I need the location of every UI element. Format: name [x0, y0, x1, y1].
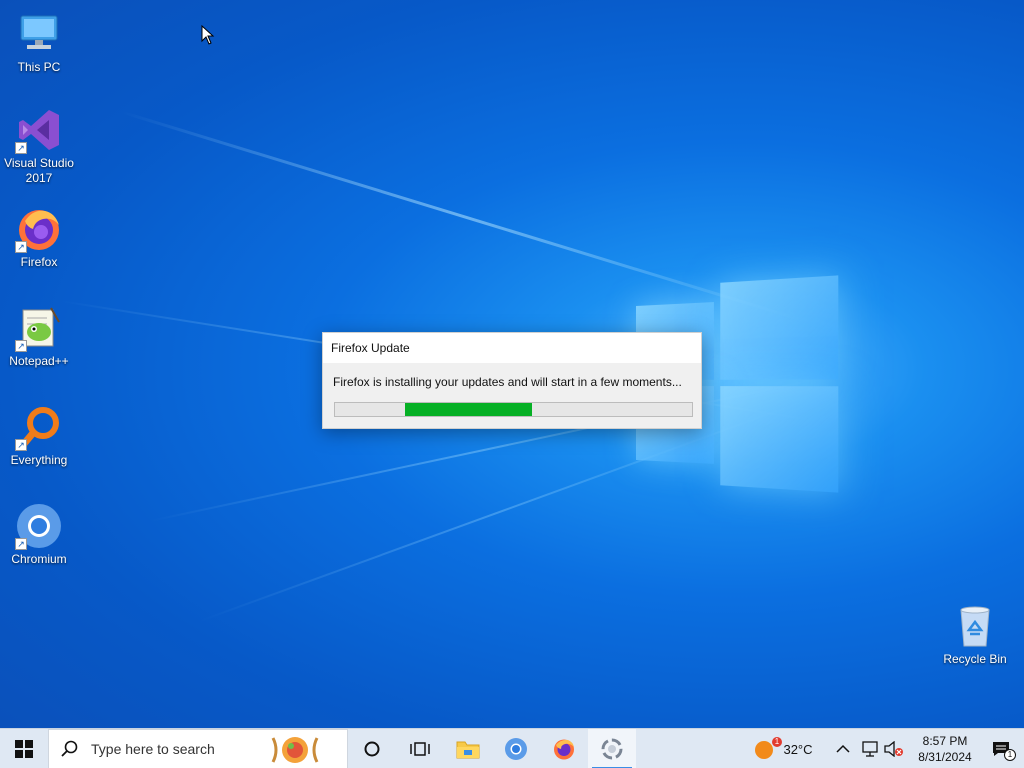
- everything-search-icon: ↗: [15, 403, 63, 451]
- volume-tray-icon[interactable]: [882, 729, 906, 768]
- taskbar-firefox-updater[interactable]: [588, 728, 636, 768]
- notification-count-badge: 1: [1004, 749, 1016, 761]
- progress-fill: [405, 403, 532, 416]
- computer-icon: [15, 10, 63, 58]
- speaker-muted-icon: [884, 741, 903, 757]
- shortcut-arrow-icon: ↗: [15, 241, 27, 253]
- firefox-update-dialog: Firefox Update Firefox is installing you…: [322, 332, 702, 429]
- weather-widget[interactable]: 1 32°C: [750, 729, 816, 768]
- mouse-cursor-icon: [201, 25, 215, 45]
- show-hidden-icons-button[interactable]: [826, 729, 860, 768]
- search-highlight-icon: [271, 736, 319, 763]
- network-tray-icon[interactable]: [860, 729, 882, 768]
- chromium-icon: [505, 737, 527, 760]
- cortana-circle-icon: [364, 741, 380, 756]
- desktop-icon-label: Visual Studio 2017: [4, 156, 74, 185]
- shortcut-arrow-icon: ↗: [15, 439, 27, 451]
- desktop-icon-label: Firefox: [20, 255, 58, 269]
- visual-studio-icon: ↗: [15, 106, 63, 154]
- taskbar: Type here to search 1 32°C 8:57 PM 8/31/…: [0, 728, 1024, 768]
- clock-time: 8:57 PM: [922, 734, 968, 748]
- shortcut-arrow-icon: ↗: [15, 142, 27, 154]
- firefox-icon: ↗: [15, 205, 63, 253]
- desktop-icon-label: Notepad++: [9, 354, 69, 368]
- desktop-icon-label: Recycle Bin: [943, 652, 1007, 666]
- taskbar-clock[interactable]: 8:57 PM 8/31/2024: [912, 729, 978, 768]
- recycle-bin-icon: [951, 602, 999, 650]
- desktop-icon-everything[interactable]: ↗ Everything: [1, 403, 77, 468]
- system-tray: 1 32°C 8:57 PM 8/31/2024 1: [750, 729, 1024, 768]
- desktop-icon-visual-studio[interactable]: ↗ Visual Studio 2017: [1, 106, 77, 186]
- action-center-button[interactable]: 1: [978, 729, 1024, 768]
- task-view-button[interactable]: [396, 729, 444, 768]
- desktop-icon-notepad-plus-plus[interactable]: ↗ Notepad++: [1, 304, 77, 369]
- firefox-updater-icon: [601, 738, 623, 759]
- taskbar-search-box[interactable]: Type here to search: [48, 728, 348, 768]
- task-view-icon: [410, 741, 430, 756]
- desktop-icon-recycle-bin[interactable]: Recycle Bin: [937, 602, 1013, 667]
- windows-start-icon: [15, 739, 33, 758]
- taskbar-firefox[interactable]: [540, 729, 588, 768]
- chromium-icon: ↗: [15, 502, 63, 550]
- desktop-icon-label: Chromium: [11, 552, 67, 566]
- dialog-title: Firefox Update: [323, 333, 701, 363]
- desktop-icon-label: Everything: [10, 453, 68, 467]
- cortana-button[interactable]: [348, 729, 396, 768]
- search-icon: [61, 740, 78, 757]
- weather-temperature: 32°C: [783, 741, 813, 757]
- weather-badge: 1: [772, 737, 782, 747]
- desktop-icon-this-pc[interactable]: This PC: [1, 10, 77, 75]
- shortcut-arrow-icon: ↗: [15, 340, 27, 352]
- update-progress-bar: [334, 402, 693, 417]
- firefox-icon: [554, 739, 574, 759]
- desktop-icon-firefox[interactable]: ↗ Firefox: [1, 205, 77, 270]
- network-icon: [862, 741, 878, 757]
- taskbar-file-explorer[interactable]: [444, 729, 492, 768]
- clock-date: 8/31/2024: [918, 750, 972, 764]
- file-explorer-icon: [456, 741, 480, 758]
- start-button[interactable]: [0, 729, 48, 768]
- dialog-message: Firefox is installing your updates and w…: [333, 375, 682, 389]
- chevron-up-icon: [836, 744, 850, 753]
- search-placeholder: Type here to search: [91, 740, 215, 757]
- desktop-icon-label: This PC: [17, 60, 61, 74]
- shortcut-arrow-icon: ↗: [15, 538, 27, 550]
- desktop-icon-chromium[interactable]: ↗ Chromium: [1, 502, 77, 567]
- taskbar-chromium[interactable]: [492, 729, 540, 768]
- notepad-plus-plus-icon: ↗: [15, 304, 63, 352]
